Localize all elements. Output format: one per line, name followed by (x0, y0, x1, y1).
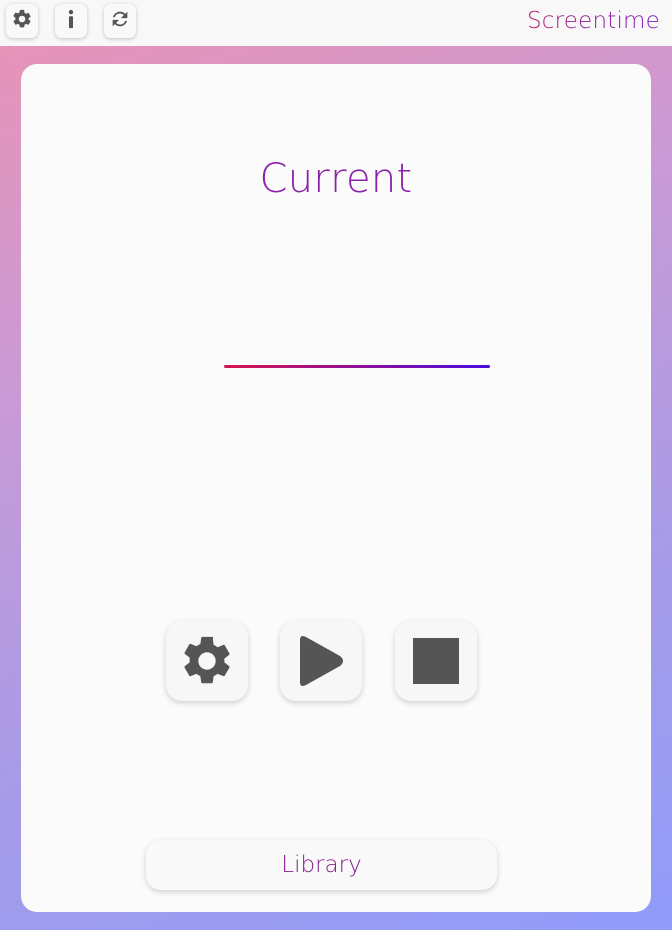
play-button[interactable] (280, 621, 362, 701)
play-icon (296, 632, 346, 690)
info-button[interactable] (55, 4, 87, 38)
settings-control-button[interactable] (166, 621, 248, 701)
page-title: Current (259, 156, 413, 202)
stop-button[interactable] (395, 621, 477, 701)
progress-line (224, 365, 490, 368)
refresh-icon (109, 8, 131, 34)
info-icon (60, 8, 82, 34)
library-button[interactable]: Library (146, 840, 497, 890)
top-bar: Screentime (0, 0, 672, 46)
main-card: Current (21, 64, 651, 912)
stop-icon (413, 638, 459, 684)
library-label: Library (281, 852, 362, 878)
gear-icon (178, 632, 236, 690)
gear-icon (11, 8, 33, 34)
settings-button[interactable] (6, 4, 38, 38)
app-title: Screentime (526, 8, 660, 34)
refresh-button[interactable] (104, 4, 136, 38)
